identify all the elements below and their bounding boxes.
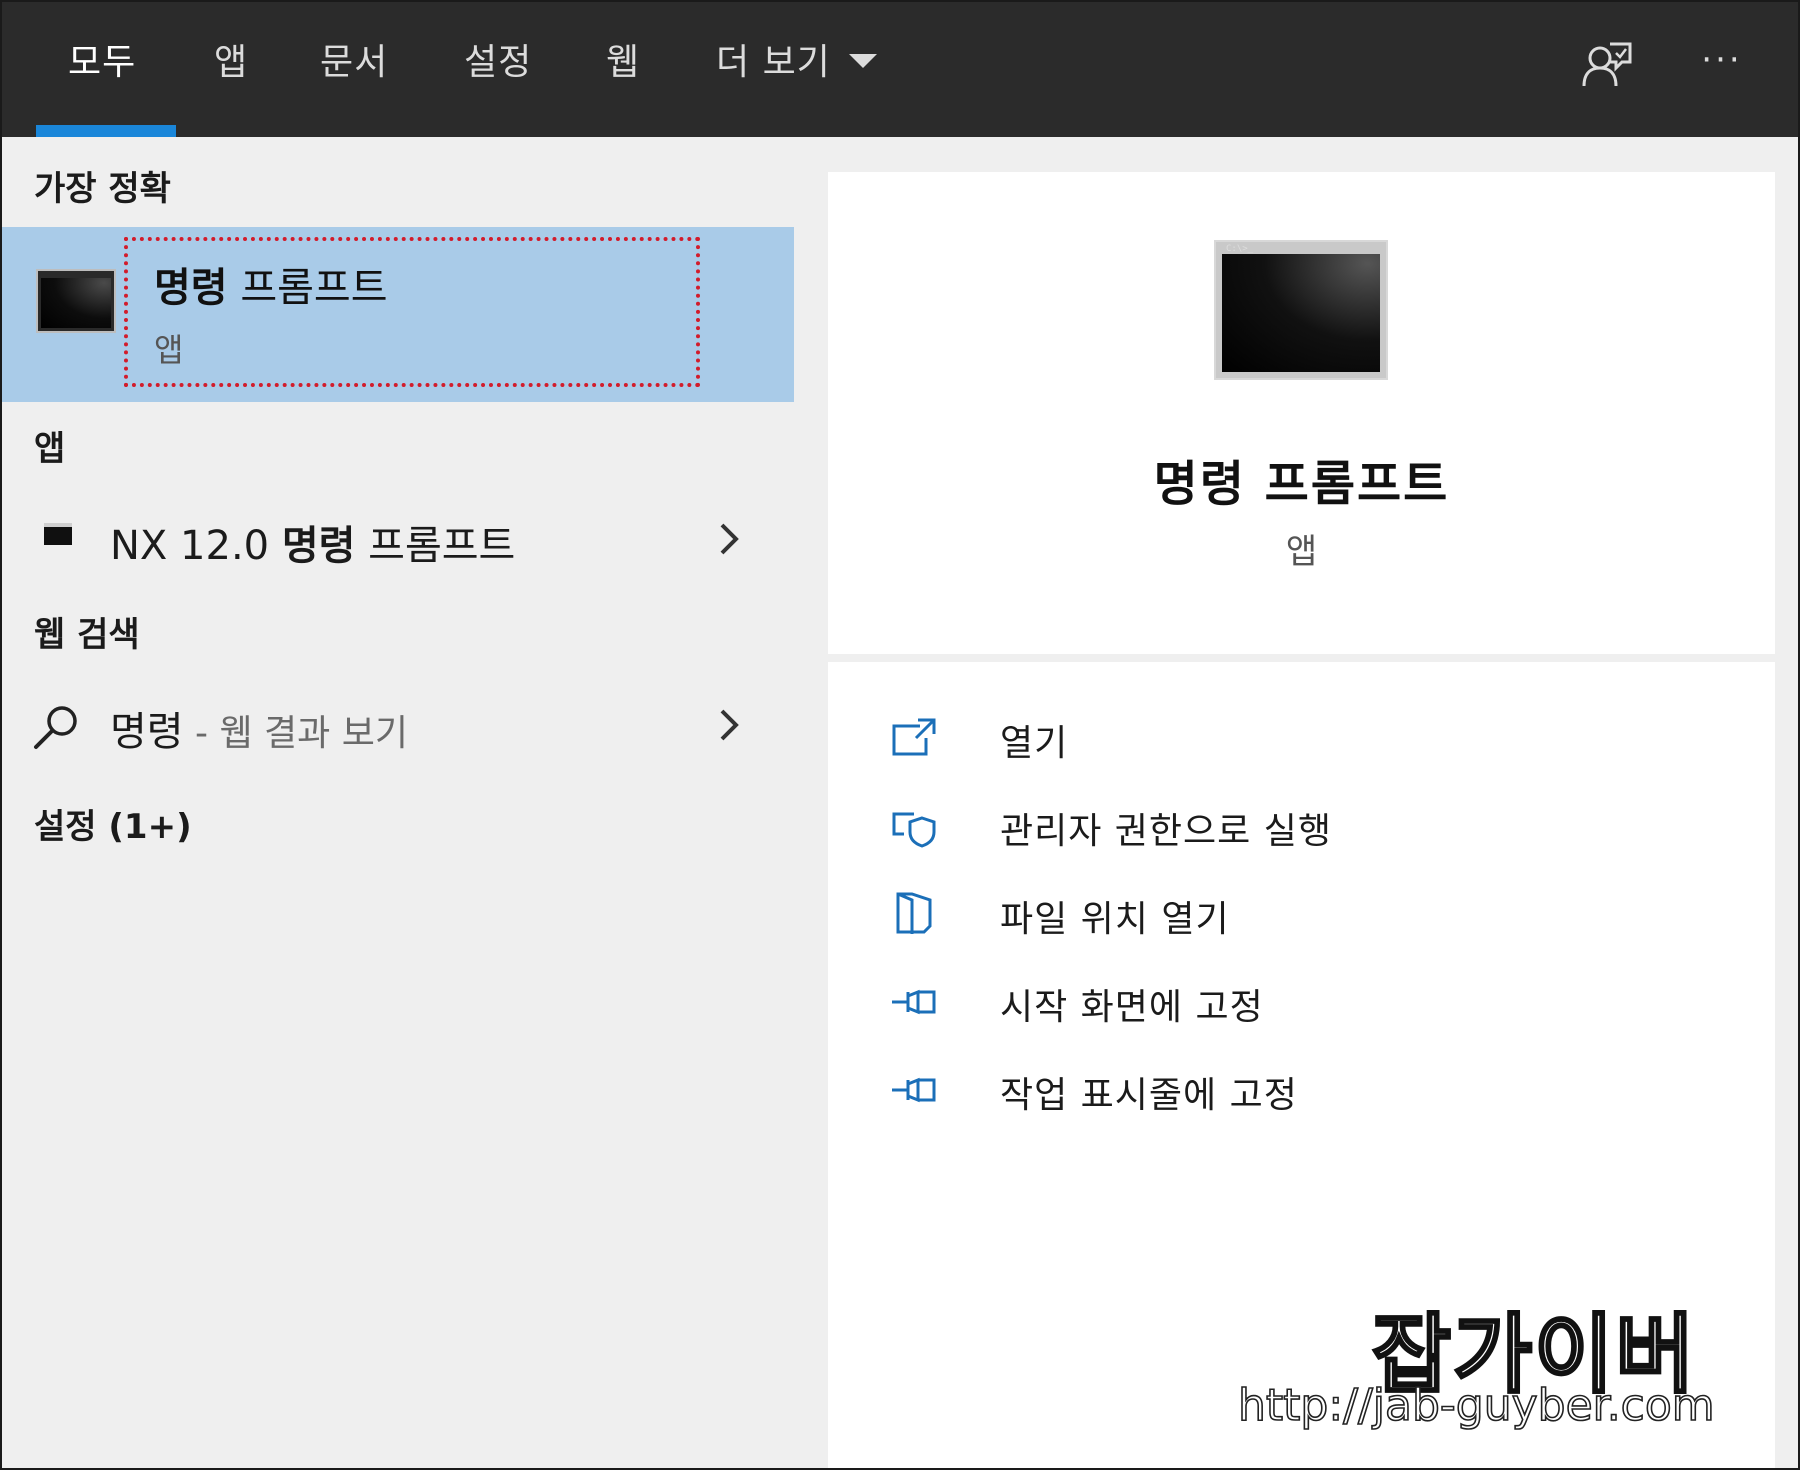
action-pin-to-start[interactable]: 시작 화면에 고정 [890,972,1690,1032]
active-tab-indicator [36,125,176,137]
action-open-file-location-label: 파일 위치 열기 [1000,899,1230,940]
command-prompt-small-icon [44,523,72,545]
best-match-type: 앱 [154,331,184,369]
command-prompt-icon [36,269,116,333]
search-icon [34,706,77,749]
caret-down-icon [848,54,877,68]
top-bar: 모두 앱 문서 설정 웹 더 보기 ··· [2,2,1798,137]
web-search-query: 명령 [110,709,184,755]
action-run-as-admin[interactable]: 관리자 권한으로 실행 [890,796,1690,856]
best-match-title: 명령 프롬프트 [154,255,388,313]
action-open[interactable]: 열기 [890,708,1690,768]
web-search-suffix: - 웹 결과 보기 [183,713,408,754]
tab-apps[interactable]: 앱 [214,38,248,88]
tab-more[interactable]: 더 보기 [716,38,877,88]
tab-more-label: 더 보기 [716,42,831,83]
section-best-match: 가장 정확 [34,169,171,209]
web-search-label: 명령 - 웹 결과 보기 [110,699,408,757]
section-web-search: 웹 검색 [34,615,140,655]
app-result-nx-command-prompt[interactable]: NX 12.0 명령 프롬프트 [2,499,794,579]
feedback-icon[interactable] [1580,38,1634,92]
results-pane: 가장 정확 명령 프롬프트 앱 앱 NX 12.0 명령 프롬프트 웹 검색 명… [2,137,794,1468]
open-icon [892,718,936,756]
search-window: 모두 앱 문서 설정 웹 더 보기 ··· 가장 정확 명령 프롬프트 앱 앱 … [0,0,1800,1470]
chevron-right-icon[interactable] [714,707,744,743]
app-result-bold: 명령 [281,523,356,569]
app-result-rest: 프롬프트 [355,523,516,569]
action-run-as-admin-label: 관리자 권한으로 실행 [1000,811,1332,852]
pin-icon [892,989,936,1015]
shield-icon [892,812,936,848]
web-search-result[interactable]: 명령 - 웹 결과 보기 [2,685,794,765]
action-open-file-location[interactable]: 파일 위치 열기 [890,884,1690,944]
section-settings[interactable]: 설정 (1+) [34,799,192,848]
action-pin-to-start-label: 시작 화면에 고정 [1000,987,1264,1028]
file-location-icon [896,892,932,934]
app-result-label: NX 12.0 명령 프롬프트 [110,513,515,571]
pin-icon [892,1077,936,1103]
action-pin-to-taskbar[interactable]: 작업 표시줄에 고정 [890,1060,1690,1120]
command-prompt-large-icon: C:\>_ [1214,240,1388,380]
preview-title: 명령 프롬프트 [1153,456,1450,512]
watermark-url: http://jab-guyber.com [1237,1379,1715,1432]
section-apps: 앱 [34,429,66,469]
tab-web[interactable]: 웹 [606,38,640,88]
icon-prompt-text: C:\>_ [1226,244,1254,254]
tab-settings[interactable]: 설정 [464,38,532,88]
best-match-title-bold: 명령 [154,265,228,311]
preview-card: C:\>_ 명령 프롬프트 앱 [828,172,1775,654]
tab-documents[interactable]: 문서 [320,38,388,88]
action-pin-to-taskbar-label: 작업 표시줄에 고정 [1000,1075,1298,1116]
more-options-icon[interactable]: ··· [1692,38,1752,88]
tab-all[interactable]: 모두 [68,38,136,88]
app-result-prefix: NX 12.0 [110,523,282,569]
action-open-label: 열기 [1000,723,1069,764]
best-match-title-rest: 프롬프트 [227,265,388,311]
best-match-result[interactable]: 명령 프롬프트 앱 [2,227,794,402]
chevron-right-icon[interactable] [714,521,744,557]
preview-type: 앱 [1285,532,1318,572]
